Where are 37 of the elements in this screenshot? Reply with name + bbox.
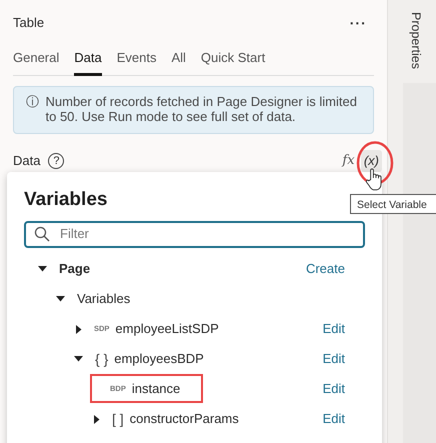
tab[interactable]: General: [13, 44, 60, 76]
field-label: Data: [13, 152, 40, 170]
function-button[interactable]: fx: [339, 151, 358, 171]
info-icon: ⓘ: [26, 94, 39, 124]
tree-action-link[interactable]: Edit: [322, 409, 345, 429]
tree-action-link[interactable]: Create: [306, 259, 345, 279]
tab[interactable]: All: [171, 44, 186, 76]
search-icon: [34, 226, 50, 242]
tree-action-link[interactable]: Edit: [322, 349, 345, 369]
tooltip: Select Variable: [350, 194, 436, 214]
collapsed-caret-icon[interactable]: [76, 324, 82, 334]
tree-action-link[interactable]: Edit: [322, 379, 345, 399]
highlight-circle: [356, 141, 394, 185]
panel-title: Table: [13, 14, 44, 32]
expanded-caret-icon[interactable]: [56, 296, 65, 302]
tree-item-label[interactable]: employeesBDP: [114, 349, 204, 369]
type-icon: { }: [95, 348, 108, 370]
tree-action-link[interactable]: Edit: [322, 319, 345, 339]
help-icon[interactable]: ?: [48, 153, 64, 169]
tree-item-label[interactable]: constructorParams: [130, 409, 239, 429]
expanded-caret-icon[interactable]: [74, 356, 83, 362]
more-menu-button[interactable]: ···: [346, 12, 371, 34]
notice-text: Number of records fetched in Page Designer is limited to 50. Use Run mode to see full set of data.: [46, 94, 358, 124]
filter-input[interactable]: Filter: [60, 224, 355, 244]
tree-section-label[interactable]: Page: [59, 259, 90, 279]
collapsed-caret-icon[interactable]: [94, 414, 100, 424]
tree-item-label[interactable]: employeeListSDP: [115, 319, 219, 339]
tab[interactable]: Data: [74, 44, 102, 76]
tree-item-label[interactable]: instance: [132, 379, 180, 399]
filter-field[interactable]: Filter: [24, 220, 365, 248]
tab[interactable]: Events: [116, 44, 156, 76]
tab[interactable]: Quick Start: [200, 44, 266, 76]
tree-item-label[interactable]: Variables: [77, 289, 130, 309]
properties-tab[interactable]: Properties: [406, 12, 425, 69]
expanded-caret-icon[interactable]: [38, 266, 47, 272]
type-icon: [ ]: [112, 408, 124, 430]
variable-button[interactable]: (x): [360, 150, 382, 172]
